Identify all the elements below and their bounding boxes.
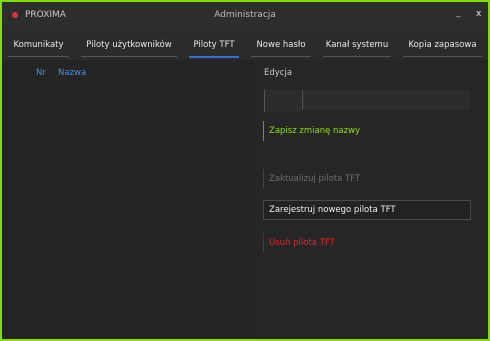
edit-heading: Edycja — [264, 68, 293, 78]
pilot-list[interactable] — [2, 60, 254, 339]
tab-label: Piloty użytkowników — [86, 40, 172, 50]
column-header-nr[interactable]: Nr — [36, 68, 46, 78]
tab-label: Piloty TFT — [193, 40, 235, 50]
tab-kopia-zapasowa[interactable]: Kopia zapasowa — [397, 30, 488, 60]
tab-piloty-uzytkownikow[interactable]: Piloty użytkowników — [75, 30, 183, 60]
minimize-button[interactable]: _ — [456, 8, 461, 18]
update-pilot-button[interactable]: Zaktualizuj pilota TFT — [263, 169, 471, 189]
tab-komunikaty[interactable]: Komunikaty — [2, 30, 75, 60]
tab-label: Komunikaty — [13, 40, 64, 50]
delete-pilot-button[interactable]: Usuń pilota TFT — [263, 233, 471, 253]
tab-piloty-tft[interactable]: Piloty TFT — [183, 30, 245, 60]
nr-field[interactable] — [264, 90, 301, 112]
tab-label: Kanał systemu — [325, 40, 389, 50]
tab-kanal-systemu[interactable]: Kanał systemu — [317, 30, 397, 60]
save-name-button[interactable]: Zapisz zmianę nazwy — [263, 121, 471, 141]
tab-label: Kopia zapasowa — [408, 40, 477, 50]
tab-bar: Komunikaty Piloty użytkowników Piloty TF… — [2, 30, 488, 60]
tab-label: Nowe hasło — [256, 40, 306, 50]
name-field[interactable] — [302, 90, 470, 110]
column-header-nazwa[interactable]: Nazwa — [58, 68, 86, 78]
window-title: Administracja — [214, 10, 276, 20]
tab-nowe-haslo[interactable]: Nowe hasło — [245, 30, 317, 60]
app-window: PROXIMA Administracja _ x Komunikaty Pil… — [0, 0, 490, 341]
register-pilot-button[interactable]: Zarejestruj nowego pilota TFT — [263, 200, 471, 220]
title-bar: PROXIMA Administracja _ x — [2, 2, 488, 30]
close-button[interactable]: x — [476, 9, 481, 19]
